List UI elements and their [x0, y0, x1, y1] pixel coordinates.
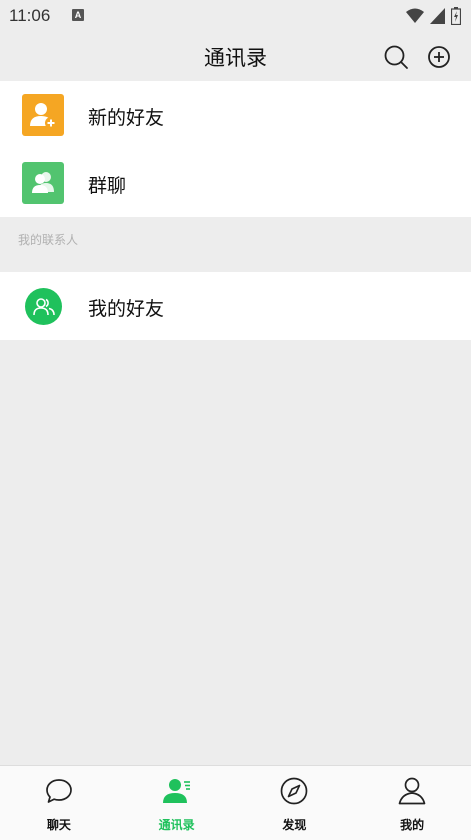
tab-me-label: 我的 [400, 818, 425, 832]
tab-chat-label: 聊天 [46, 818, 71, 832]
tab-discover[interactable]: 发现 [236, 766, 354, 840]
tab-contacts-label: 通讯录 [158, 818, 195, 832]
header: 通讯录 [0, 34, 471, 81]
group-chat-item[interactable]: 群聊 [0, 149, 471, 217]
compass-icon [281, 777, 308, 805]
tab-me[interactable]: 我的 [353, 766, 471, 840]
add-friend-icon [22, 94, 64, 136]
battery-icon [451, 7, 461, 25]
status-icons [406, 6, 461, 26]
new-friends-label: 新的好友 [88, 107, 165, 129]
tab-contacts[interactable]: 通讯录 [118, 766, 236, 840]
group-chat-label: 群聊 [88, 175, 127, 197]
signal-icon [430, 8, 445, 24]
new-friends-item[interactable]: 新的好友 [0, 81, 471, 149]
wifi-icon [406, 8, 424, 23]
status-bar: 11:06 A [0, 0, 471, 34]
section-header: 我的联系人 [18, 233, 79, 247]
friends-group-icon [25, 288, 62, 325]
chat-bubble-icon [46, 779, 72, 803]
add-icon[interactable] [426, 44, 452, 70]
my-friends-item[interactable]: 我的好友 [0, 272, 471, 340]
status-time: 11:06 [9, 6, 51, 25]
search-icon[interactable] [383, 44, 409, 70]
my-friends-label: 我的好友 [88, 298, 165, 320]
tab-chat[interactable]: 聊天 [0, 766, 118, 840]
tab-discover-label: 发现 [282, 818, 307, 832]
notification-icon: A [72, 9, 84, 21]
profile-icon [398, 777, 426, 805]
contacts-menu: 新的好友 群聊 [0, 81, 471, 217]
bottom-tab-bar: 聊天 通讯录 发现 我的 [0, 765, 471, 840]
contacts-icon [162, 779, 190, 803]
group-chat-icon [22, 162, 64, 204]
